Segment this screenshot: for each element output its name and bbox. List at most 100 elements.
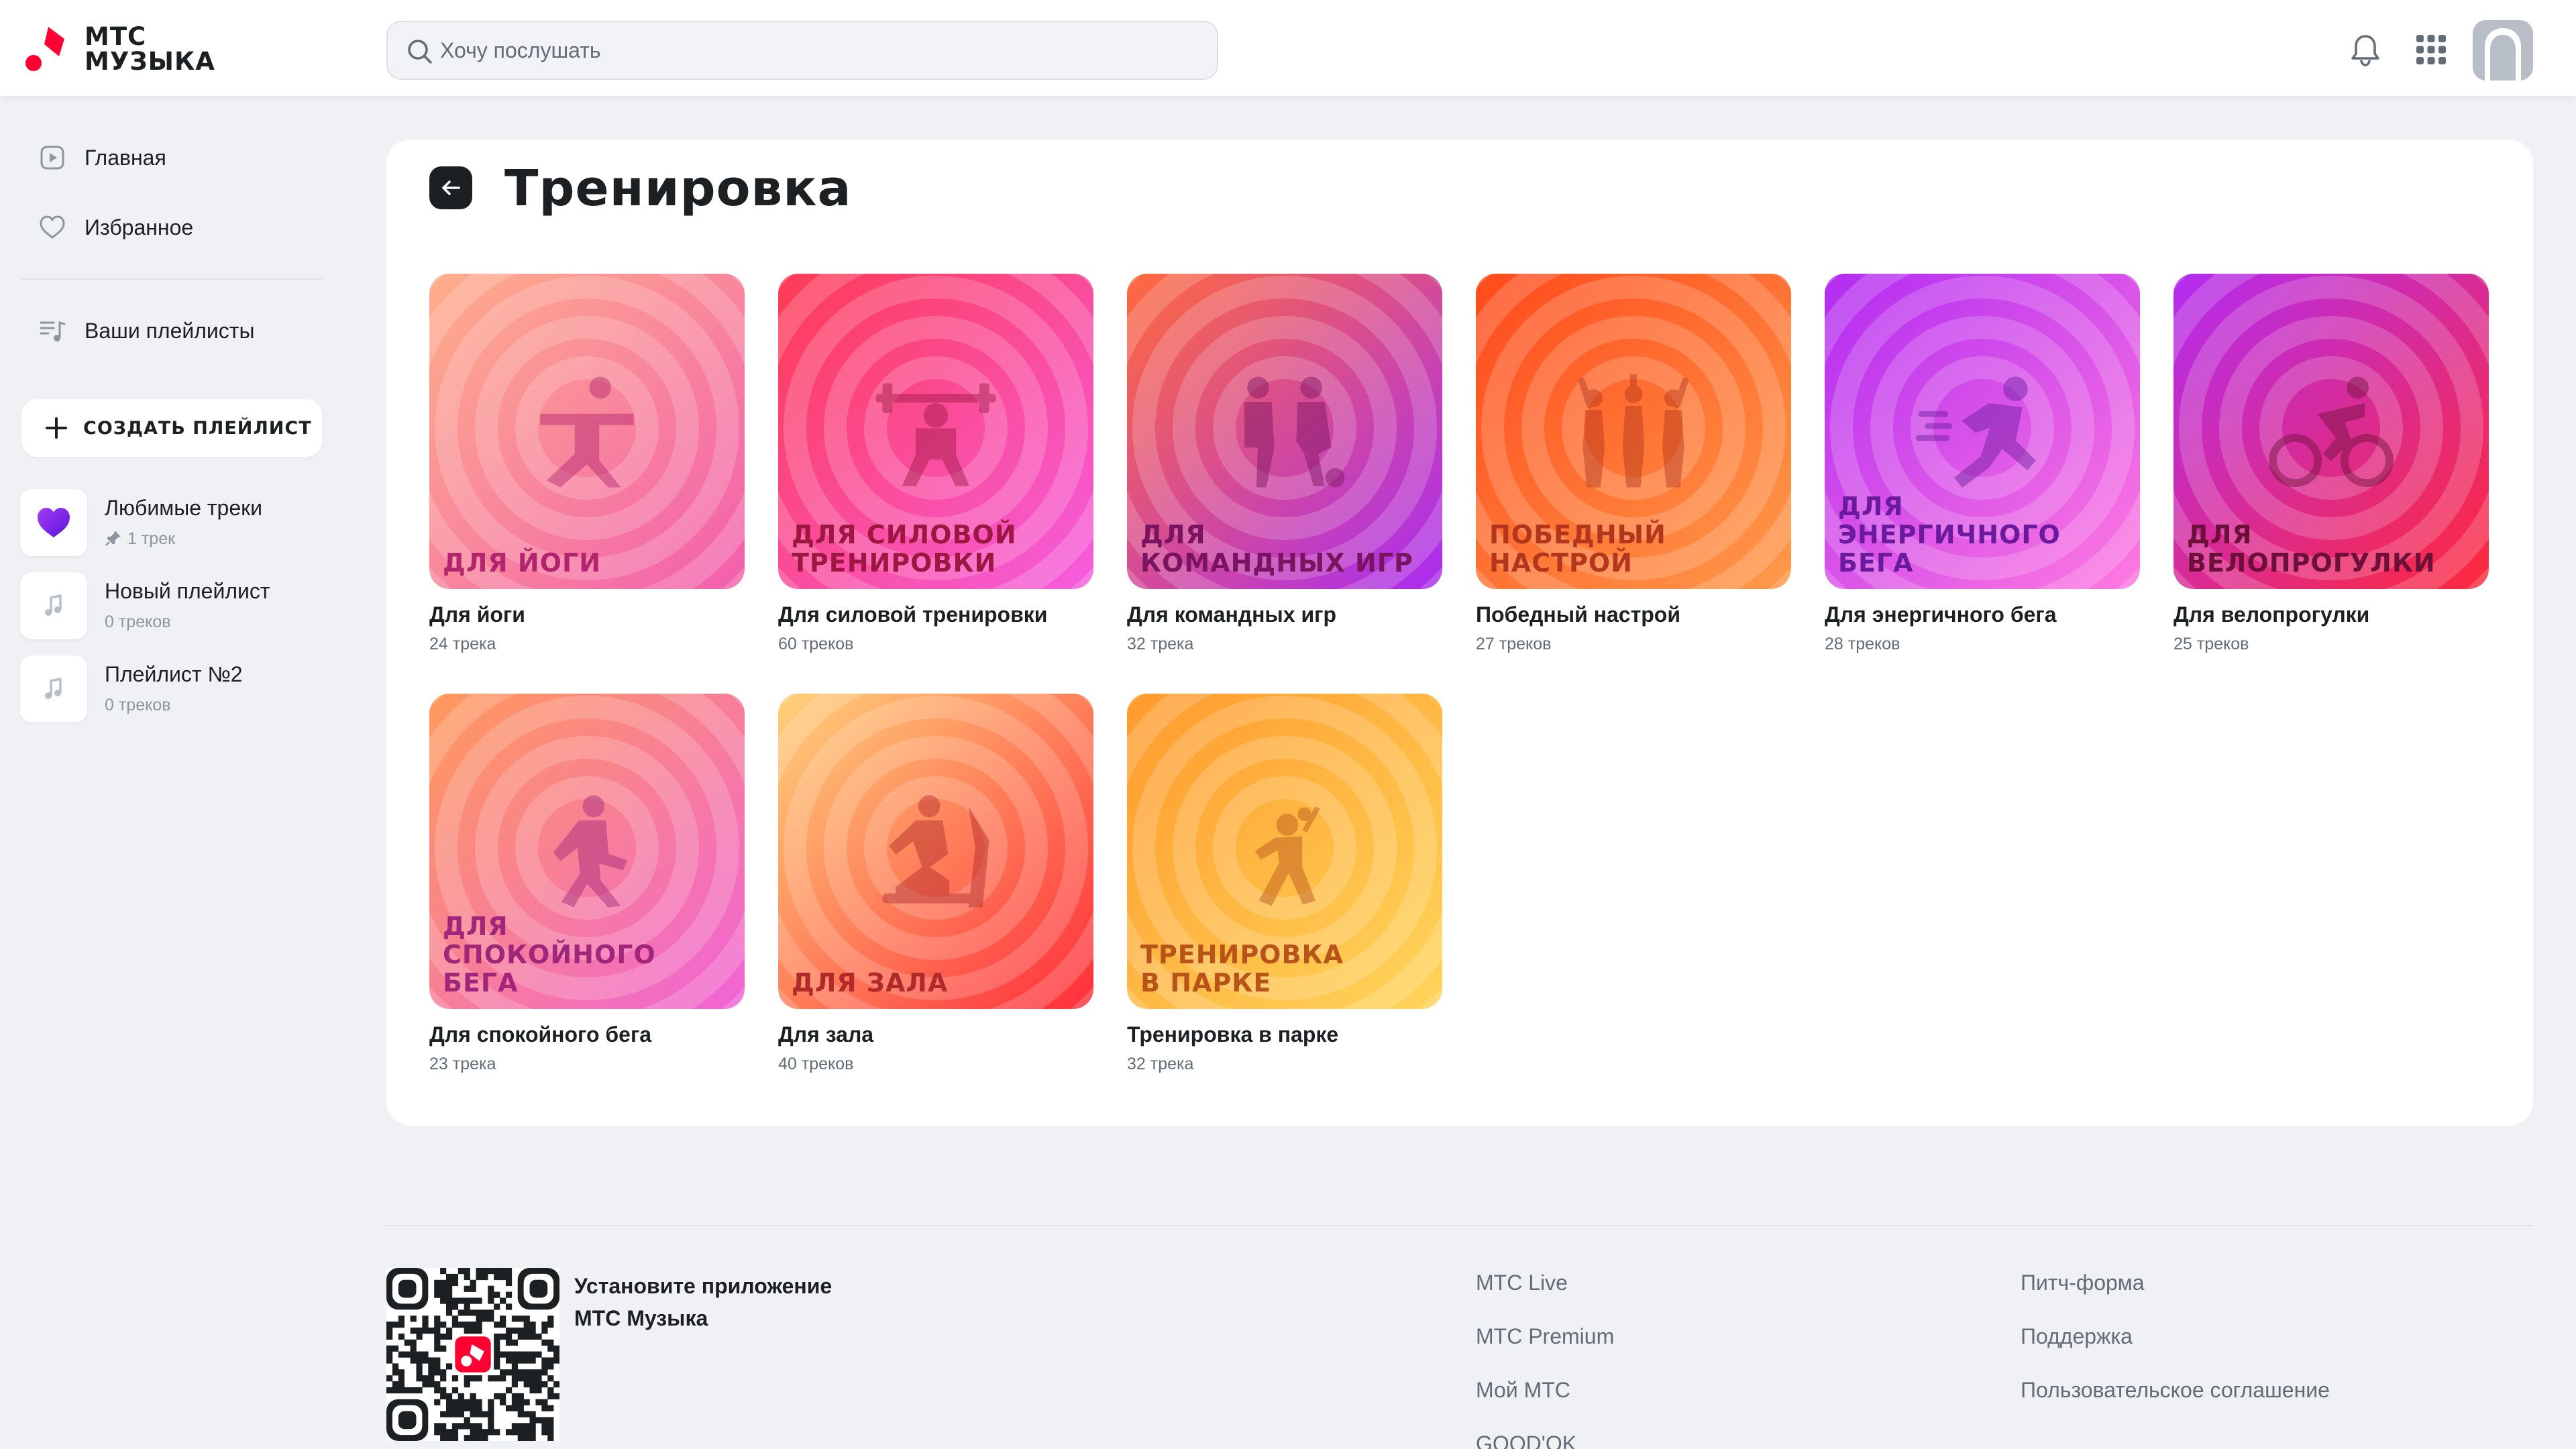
playlist-track-count: 28 треков	[1825, 635, 1900, 653]
create-playlist-label: СОЗДАТЬ ПЛЕЙЛИСТ	[83, 417, 312, 439]
arrow-left-icon	[442, 180, 460, 195]
sport-figure-icon	[553, 795, 627, 908]
cover-caption: ДЛЯ СИЛОВОЙ ТРЕНИРОВКИ	[792, 520, 1017, 578]
main-panel: Тренировка ДЛЯ ЙОГИ Для йоги 24 трека ДЛЯ С…	[386, 140, 2533, 1126]
logo-mark-icon	[25, 27, 64, 71]
playlist-card-title[interactable]: Для зала	[778, 1022, 873, 1047]
playlist-track-count: 24 трека	[429, 635, 496, 653]
bell-icon[interactable]	[2347, 31, 2384, 68]
playlist-track-count: 40 треков	[778, 1055, 854, 1073]
sidebar-item-label: Ваши плейлисты	[85, 318, 255, 343]
playlist-item-liked[interactable]: Любимые треки 1 трек	[20, 489, 335, 559]
footer-link-mts-premium[interactable]: МТС Premium	[1476, 1324, 1614, 1349]
sport-figure-icon	[875, 383, 996, 486]
cover-caption: ПОБЕДНЫЙ НАСТРОЙ	[1489, 520, 1666, 578]
sidebar-divider	[21, 278, 322, 280]
playlist-track-count: 27 треков	[1476, 635, 1552, 653]
create-playlist-button[interactable]: СОЗДАТЬ ПЛЕЙЛИСТ	[21, 399, 322, 457]
playlist-track-count: 32 трека	[1127, 635, 1194, 653]
music-note-icon	[45, 678, 62, 699]
playlist-track-count: 32 трека	[1127, 1055, 1194, 1073]
footer-divider	[386, 1225, 2533, 1226]
footer-link-goodok[interactable]: GOOD'OK	[1476, 1432, 1576, 1449]
sidebar-item-favorites[interactable]: Избранное	[20, 201, 329, 254]
cover-caption: ДЛЯ ЙОГИ	[443, 548, 602, 578]
pin-icon	[105, 531, 121, 546]
footer-link-mts-live[interactable]: МТС Live	[1476, 1271, 1568, 1295]
cover-caption: ДЛЯ ЭНЕРГИЧНОГО БЕГА	[1838, 492, 2061, 578]
playlist-cover-art[interactable]: ДЛЯ СИЛОВОЙ ТРЕНИРОВКИ	[778, 274, 1093, 589]
home-play-icon	[40, 146, 64, 170]
playlist-cover-art[interactable]: ДЛЯ СПОКОЙНОГО БЕГА	[429, 694, 745, 1009]
footer-link-my-mts[interactable]: Мой МТС	[1476, 1378, 1570, 1403]
heart-icon	[40, 215, 65, 239]
playlist-cover-art[interactable]: ДЛЯ ЙОГИ	[429, 274, 745, 589]
playlist-card-title[interactable]: Победный настрой	[1476, 602, 1680, 627]
sport-figure-icon	[1244, 376, 1345, 488]
playlist-card-title[interactable]: Для спокойного бега	[429, 1022, 651, 1047]
sport-figure-icon	[1915, 376, 2036, 488]
sidebar-item-label: Главная	[85, 145, 166, 170]
purple-heart-icon	[38, 508, 70, 537]
playlist-card-title[interactable]: Тренировка в парке	[1127, 1022, 1338, 1047]
playlist-cover-art[interactable]: ДЛЯ КОМАНДНЫХ ИГР	[1127, 274, 1442, 589]
cover-caption: ТРЕНИРОВКА В ПАРКЕ	[1140, 940, 1344, 998]
music-note-icon	[45, 594, 62, 616]
playlist-title: Новый плейлист	[105, 579, 270, 603]
avatar-silhouette-icon	[2473, 20, 2533, 80]
logo-text: МТС МУЗЫКА	[85, 22, 215, 76]
apps-grid-icon[interactable]	[2412, 31, 2450, 68]
playlist-card-title[interactable]: Для командных игр	[1127, 602, 1336, 627]
sidebar: Главная Избранное Ваши плейлисты СОЗДАТЬ…	[0, 96, 349, 767]
playlist-cover-art[interactable]: ДЛЯ ЭНЕРГИЧНОГО БЕГА	[1825, 274, 2140, 589]
cover-caption: ДЛЯ КОМАНДНЫХ ИГР	[1140, 520, 1413, 578]
top-header: МТС МУЗЫКА	[0, 0, 2576, 96]
user-avatar[interactable]	[2473, 20, 2533, 80]
search-bar[interactable]	[386, 21, 1218, 80]
playlist-card-title[interactable]: Для велопрогулки	[2174, 602, 2369, 627]
playlist-item[interactable]: Плейлист №2 0 треков	[20, 655, 335, 725]
sport-figure-icon	[882, 795, 989, 908]
qr-code	[386, 1268, 559, 1441]
search-icon	[408, 40, 432, 64]
playlist-cover	[20, 572, 87, 639]
cover-caption: ДЛЯ ЗАЛА	[792, 968, 949, 998]
back-button[interactable]	[429, 166, 472, 209]
sport-figure-icon	[1254, 806, 1320, 906]
playlist-track-count: 23 трека	[429, 1055, 496, 1073]
playlist-icon	[40, 321, 66, 341]
playlist-title: Любимые треки	[105, 496, 263, 520]
playlist-item[interactable]: Новый плейлист 0 треков	[20, 572, 335, 642]
sport-figure-icon	[540, 376, 634, 488]
playlist-subtitle: 0 треков	[105, 612, 171, 631]
playlist-cover	[20, 489, 87, 556]
cover-caption: ДЛЯ СПОКОЙНОГО БЕГА	[443, 912, 656, 998]
playlist-cover-art[interactable]: ДЛЯ ВЕЛОПРОГУЛКИ	[2174, 274, 2489, 589]
playlist-card-title[interactable]: Для энергичного бега	[1825, 602, 2057, 627]
playlist-subtitle: 1 трек	[105, 529, 175, 549]
playlist-title: Плейлист №2	[105, 662, 243, 686]
mts-music-logo[interactable]: МТС МУЗЫКА	[25, 24, 227, 74]
playlist-card-title[interactable]: Для силовой тренировки	[778, 602, 1047, 627]
plus-icon	[46, 417, 67, 439]
playlist-cover-art[interactable]: ПОБЕДНЫЙ НАСТРОЙ	[1476, 274, 1791, 589]
playlist-track-count: 60 треков	[778, 635, 854, 653]
playlist-cover-art[interactable]: ТРЕНИРОВКА В ПАРКЕ	[1127, 694, 1442, 1009]
sidebar-item-home[interactable]: Главная	[20, 131, 329, 184]
playlist-cover	[20, 655, 87, 722]
page-title: Тренировка	[504, 160, 852, 217]
playlist-card-title[interactable]: Для йоги	[429, 602, 525, 627]
playlist-subtitle: 0 треков	[105, 696, 171, 714]
footer-link-support[interactable]: Поддержка	[2021, 1324, 2133, 1349]
playlist-track-count: 25 треков	[2174, 635, 2249, 653]
install-app-text: Установите приложение МТС Музыка	[574, 1274, 833, 1330]
sport-figure-icon	[2269, 376, 2394, 488]
sidebar-item-playlists[interactable]: Ваши плейлисты	[20, 304, 329, 358]
playlist-cover-art[interactable]: ДЛЯ ЗАЛА	[778, 694, 1093, 1009]
sidebar-item-label: Избранное	[85, 215, 194, 239]
search-input[interactable]	[440, 22, 1191, 78]
footer-link-pitch-form[interactable]: Питч-форма	[2021, 1271, 2145, 1295]
sport-figure-icon	[1578, 374, 1689, 488]
cover-caption: ДЛЯ ВЕЛОПРОГУЛКИ	[2187, 520, 2436, 578]
footer-link-user-agreement[interactable]: Пользовательское соглашение	[2021, 1378, 2330, 1403]
